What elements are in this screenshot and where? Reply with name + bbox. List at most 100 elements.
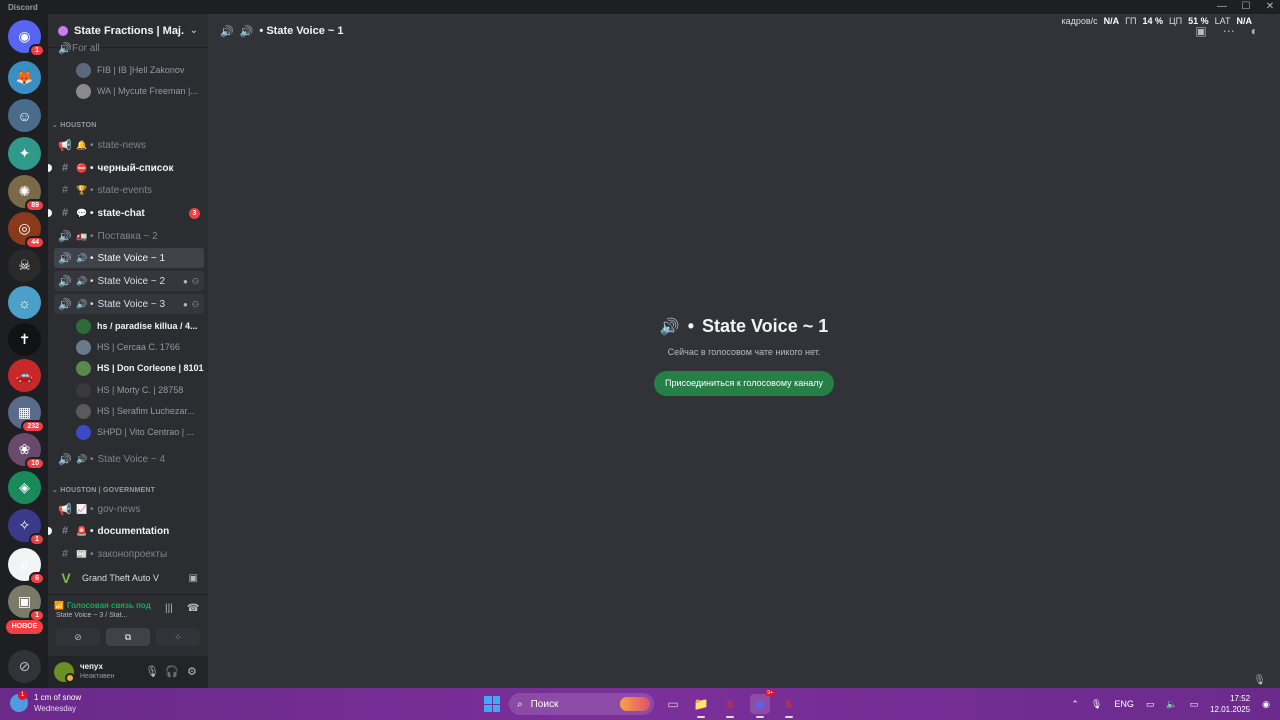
chat-icon[interactable]: ▣	[1195, 24, 1206, 38]
channel-name: Поставка ~ 2	[97, 230, 158, 242]
server-icon-server-shield[interactable]: ✦	[8, 137, 41, 170]
avatar[interactable]	[54, 662, 75, 683]
weather-widget[interactable]: 1 1 cm of snow Wednesday	[10, 691, 82, 714]
taskbar-app-app-figure-2[interactable]: ♞	[779, 694, 799, 718]
channel-houston-3[interactable]: # 💬 • state-chat 3	[48, 203, 204, 223]
server-icon-server-desert[interactable]: ☼	[8, 286, 41, 319]
language-indicator[interactable]: ENG	[1114, 699, 1134, 709]
screen-share-button[interactable]: ⧉	[106, 628, 150, 646]
taskbar-app-explorer[interactable]: 📁	[691, 694, 711, 718]
camera-off-button[interactable]: ⊘	[56, 628, 100, 646]
channel-houston-1[interactable]: # ⛔ • черный-список	[48, 158, 204, 178]
more-icon[interactable]: ⋯	[1223, 24, 1235, 38]
separator-dot: •	[90, 139, 94, 151]
voice-user[interactable]: HS | Serafim Luchezar...	[76, 401, 204, 421]
search-icon: ⌕	[517, 698, 523, 710]
invite-icon[interactable]: ⚇	[192, 277, 199, 286]
discover-icon[interactable]: ⊘	[8, 650, 41, 683]
channel-gov-0[interactable]: 📢 📈 • gov-news	[54, 499, 204, 519]
server-icon-server-ring[interactable]: ◎ 44	[8, 212, 45, 249]
noise-suppression-icon[interactable]: |||	[165, 603, 173, 614]
voice-user[interactable]: WA | Mycute Freeman |...	[76, 81, 204, 101]
channel-for-all[interactable]: 🔊 For all	[54, 42, 204, 55]
category-houston[interactable]: ⌄ HOUSTON	[52, 121, 97, 129]
server-icon-server-e[interactable]: ℯ6	[8, 548, 45, 585]
voice-user[interactable]: HS | Cercaa C. 1766	[76, 337, 204, 357]
chevron-up-icon[interactable]: ⌃	[1071, 699, 1079, 710]
taskbar-search[interactable]: ⌕ Поиск	[509, 693, 654, 715]
chat-icon[interactable]: ●	[183, 277, 188, 286]
channel-emoji-icon: ⛔	[76, 162, 88, 173]
category-government[interactable]: ⌄ HOUSTON | GOVERNMENT	[52, 486, 155, 494]
server-icon-server-crowd[interactable]: ✺ 89	[8, 175, 45, 212]
microphone-icon[interactable]: 🎙	[145, 665, 159, 678]
channel-houston-6[interactable]: 🔊 🔊 • State Voice ~ 2 ● ⚇	[54, 271, 204, 291]
notification-icon[interactable]: ◉	[1262, 699, 1270, 710]
maximize-button[interactable]: ☐	[1240, 0, 1252, 14]
channel-emoji-icon: 🚨	[76, 525, 88, 536]
start-button[interactable]	[484, 696, 500, 712]
server-icon-server-fox[interactable]: 🦊	[8, 61, 41, 94]
close-button[interactable]: ✕	[1264, 0, 1276, 14]
channel-houston-2[interactable]: # 🏆 • state-events	[54, 180, 204, 200]
members-icon[interactable]: ◐	[1251, 24, 1258, 38]
gear-icon[interactable]: ⚙	[187, 665, 197, 678]
server-icon-server-sigil[interactable]: ✧ 1	[8, 509, 45, 546]
server-icon-server-city[interactable]: ▦ 232	[8, 396, 45, 433]
server-icon-server-town[interactable]: ▣ 1	[8, 585, 45, 622]
server-icon-server-man[interactable]: ☺	[8, 99, 41, 132]
channel-emoji-icon: 🔊	[76, 298, 88, 309]
screen-share-icon[interactable]: ▣	[189, 573, 198, 584]
activity-row[interactable]: V Grand Theft Auto V ▣	[48, 567, 208, 589]
new-unreads-pill[interactable]: НОВОЕ	[6, 620, 43, 634]
chat-icon[interactable]: ●	[183, 300, 188, 309]
voice-user[interactable]: hs / paradise killua / 4...	[76, 316, 204, 336]
channel-emoji-icon: 📈	[76, 503, 88, 514]
taskbar-app-taskview[interactable]: ▭	[663, 694, 683, 714]
join-voice-button[interactable]: Присоединиться к голосовому каналу	[653, 371, 834, 396]
activities-button[interactable]: ⁘	[156, 628, 200, 646]
minimize-button[interactable]: —	[1216, 0, 1228, 14]
weather-text: 1 cm of snow	[34, 693, 82, 702]
channel-houston-0[interactable]: 📢 🔔 • state-news	[54, 135, 204, 155]
server-icon-home[interactable]: ◉ 1	[8, 20, 45, 57]
channel-voice-4[interactable]: 🔊 🔊 • State Voice ~ 4	[54, 449, 204, 469]
microphone-icon[interactable]: 🎙	[1091, 699, 1102, 710]
taskbar-app-app-figure[interactable]: ♞	[720, 694, 740, 718]
server-icon-server-rivera[interactable]: ☠	[8, 249, 41, 282]
volume-icon[interactable]: 🔈	[1166, 699, 1177, 710]
microphone-icon[interactable]: 🎙	[1253, 675, 1266, 686]
app-figure-icon: ♞	[724, 697, 736, 711]
server-icon-server-pink[interactable]: ❀ 10	[8, 433, 45, 470]
disconnect-icon[interactable]: ☎	[187, 603, 199, 614]
headphones-icon[interactable]: 🎧	[165, 665, 179, 678]
taskbar-app-discord[interactable]: ◉ 9+	[750, 690, 775, 718]
running-indicator	[697, 716, 705, 718]
server-icon-server-cross[interactable]: ✝	[8, 323, 41, 356]
network-icon[interactable]: ▭	[1146, 699, 1155, 710]
voice-user[interactable]: HS | Morty C. | 28758	[76, 380, 204, 400]
voice-status[interactable]: 📶 Голосовая связь под	[54, 601, 151, 610]
voice-channel-path[interactable]: State Voice ~ 3 / Stat...	[56, 612, 127, 619]
server-glyph: ℯ	[20, 556, 29, 572]
avatar	[76, 360, 91, 376]
channel-name: state-chat	[97, 207, 145, 219]
server-icon-server-car[interactable]: 🚗	[8, 359, 41, 392]
channel-gov-1[interactable]: # 🚨 • documentation	[48, 521, 204, 541]
channel-houston-4[interactable]: 🔊 🚛 • Поставка ~ 2	[54, 226, 204, 246]
voice-user[interactable]: FIB | IB ]Hell Zakonov	[76, 60, 204, 80]
clock[interactable]: 17:52 12.01.2025	[1210, 693, 1250, 715]
voice-status-label: Голосовая связь под	[66, 601, 151, 610]
server-icon-server-alien[interactable]: ◈	[8, 471, 41, 504]
user-info[interactable]: чепух Неактивен	[80, 662, 115, 682]
invite-icon[interactable]: ⚇	[192, 300, 199, 309]
battery-icon[interactable]: ▭	[1190, 699, 1199, 710]
channel-houston-7[interactable]: 🔊 🔊 • State Voice ~ 3 ● ⚇	[54, 294, 204, 314]
separator-dot: •	[90, 184, 94, 196]
channel-gov-2[interactable]: # 📰 • законопроекты	[54, 544, 204, 564]
channel-name: черный-список	[97, 162, 174, 174]
channel-houston-5[interactable]: 🔊 🔊 • State Voice ~ 1	[54, 248, 204, 268]
voice-user[interactable]: SHPD | Vito Centrao | ...	[76, 422, 204, 442]
channel-emoji-icon: 🔊	[76, 453, 88, 464]
voice-user[interactable]: HS | Don Corleone | 8101	[76, 358, 204, 378]
